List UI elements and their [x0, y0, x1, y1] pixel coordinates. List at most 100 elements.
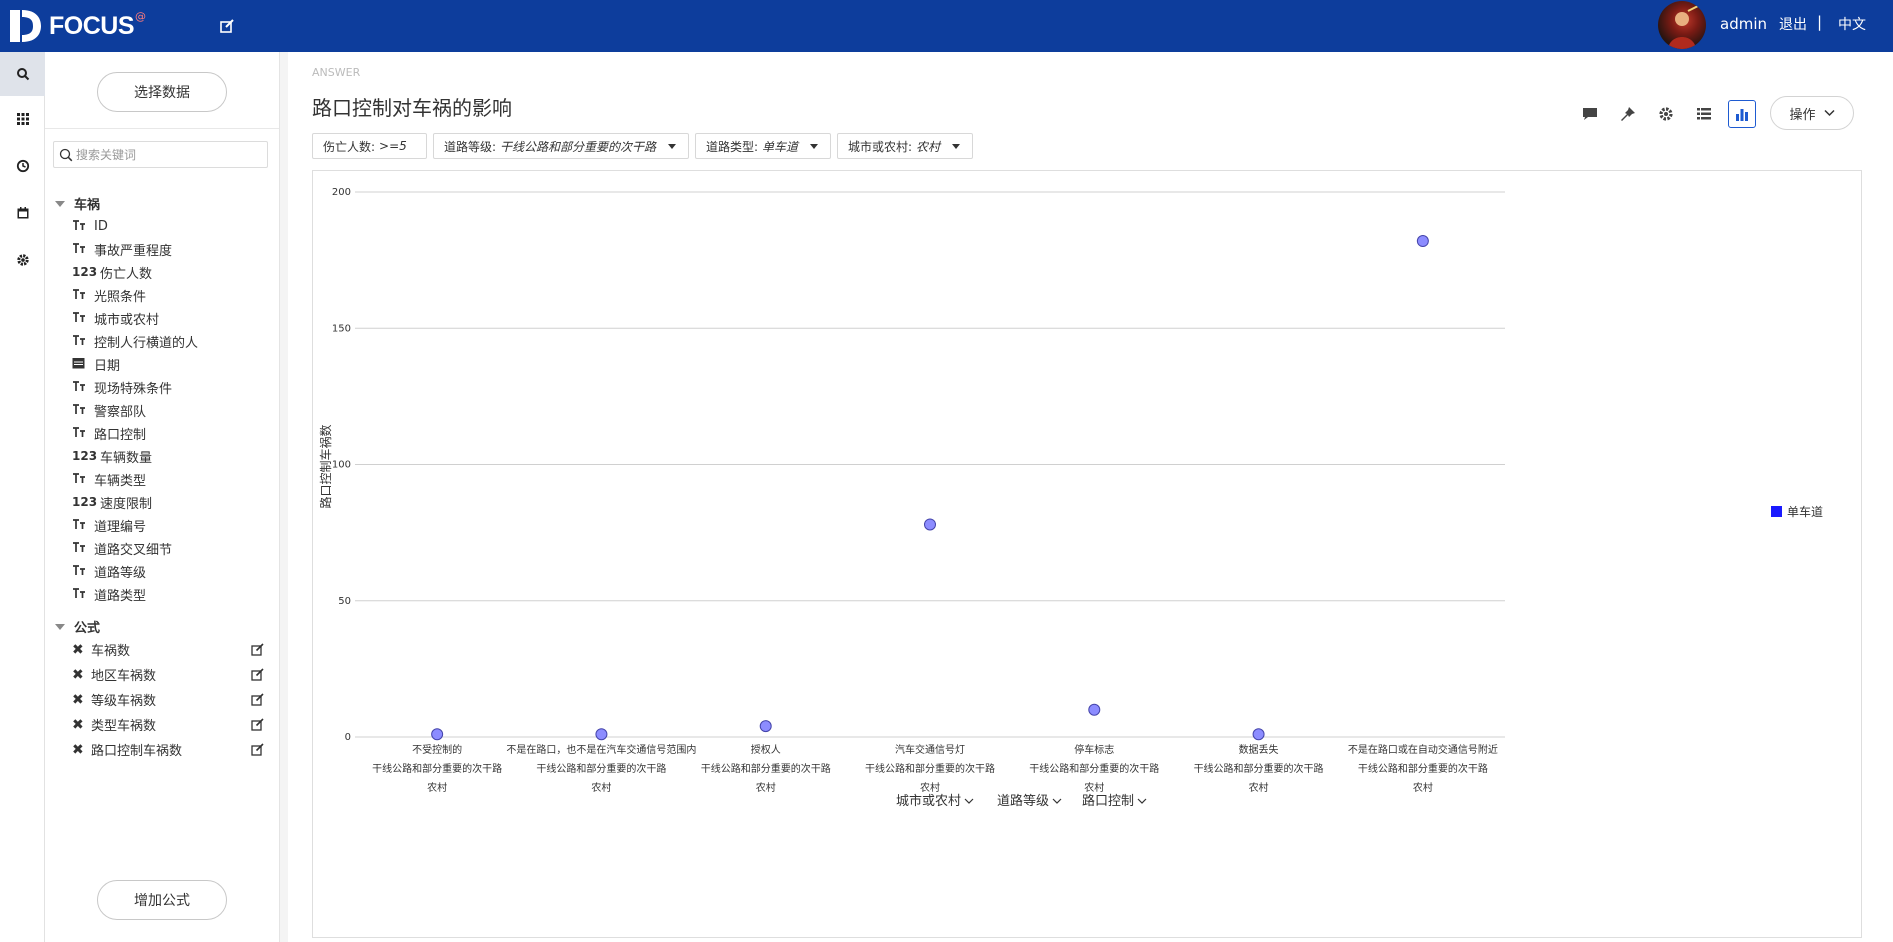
- data-point[interactable]: [1416, 235, 1429, 248]
- edit-formula-icon[interactable]: [251, 641, 264, 656]
- select-data-button[interactable]: 选择数据: [97, 72, 227, 112]
- x-dimension-selector[interactable]: 道路等级: [997, 793, 1049, 809]
- edit-formula-icon[interactable]: [251, 691, 264, 706]
- delete-formula-icon[interactable]: ✖: [72, 692, 84, 708]
- x-dimension-selector[interactable]: 城市或农村: [896, 793, 961, 809]
- field-item[interactable]: 123 伤亡人数: [72, 263, 152, 282]
- text-type-icon: [72, 288, 88, 303]
- text-type-icon: [72, 334, 88, 349]
- data-point[interactable]: [1088, 703, 1101, 716]
- language-switch[interactable]: 中文: [1838, 14, 1866, 34]
- chevron-down-icon[interactable]: [964, 798, 974, 804]
- add-formula-button[interactable]: 增加公式: [97, 880, 227, 920]
- data-point[interactable]: [595, 728, 608, 741]
- delete-formula-icon[interactable]: ✖: [72, 667, 84, 683]
- group-header-accidents[interactable]: 车祸: [55, 194, 100, 213]
- delete-formula-icon[interactable]: ✖: [72, 742, 84, 758]
- filter-chip-urban-rural[interactable]: 城市或农村: 农村: [837, 133, 973, 159]
- field-item[interactable]: 车辆类型: [72, 470, 146, 489]
- field-label: 城市或农村: [94, 312, 160, 328]
- operations-dropdown[interactable]: 操作: [1770, 96, 1854, 130]
- text-type-icon: [72, 426, 88, 441]
- field-label: 控制人行横道的人: [94, 335, 199, 351]
- data-point[interactable]: [1252, 728, 1265, 741]
- formula-item[interactable]: ✖ 类型车祸数: [72, 715, 156, 735]
- chart-view-icon[interactable]: [1728, 100, 1756, 128]
- gear-icon[interactable]: [1652, 100, 1680, 128]
- chart-legend[interactable]: 单车道: [1771, 503, 1823, 520]
- comment-icon[interactable]: [1576, 100, 1604, 128]
- filter-value: 农村: [916, 139, 941, 154]
- x-dimension-selector[interactable]: 路口控制: [1082, 793, 1134, 809]
- field-label: 道理编号: [94, 519, 147, 535]
- logo[interactable]: FOCUS @: [8, 8, 146, 44]
- group-header-formulas[interactable]: 公式: [55, 617, 100, 636]
- field-item[interactable]: 光照条件: [72, 286, 147, 305]
- table-view-icon[interactable]: [1690, 100, 1718, 128]
- field-item[interactable]: 城市或农村: [72, 309, 160, 328]
- field-item[interactable]: 日期: [72, 355, 120, 374]
- x-tick-label: 不是在路口或在自动交通信号附近: [1348, 743, 1498, 756]
- formula-item[interactable]: ✖ 等级车祸数: [72, 690, 156, 710]
- apps-icon[interactable]: [0, 97, 45, 141]
- field-item[interactable]: 警察部队: [72, 401, 146, 420]
- keyword-search[interactable]: [53, 141, 268, 168]
- settings-icon[interactable]: [0, 238, 45, 282]
- x-tick-label: 停车标志: [1074, 743, 1114, 756]
- collapse-triangle-icon: [55, 623, 65, 630]
- formula-item[interactable]: ✖ 地区车祸数: [72, 665, 156, 685]
- delete-formula-icon[interactable]: ✖: [72, 717, 84, 733]
- pin-icon[interactable]: [1614, 100, 1642, 128]
- delete-formula-icon[interactable]: ✖: [72, 642, 84, 658]
- field-item[interactable]: 控制人行横道的人: [72, 332, 199, 351]
- numeric-type-icon: 123: [72, 265, 98, 279]
- field-item[interactable]: 路口控制: [72, 424, 146, 443]
- edit-formula-icon[interactable]: [251, 666, 264, 681]
- field-item[interactable]: 现场特殊条件: [72, 378, 172, 397]
- field-item[interactable]: 123 车辆数量: [72, 447, 152, 466]
- data-point[interactable]: [431, 728, 444, 741]
- keyword-search-input[interactable]: [76, 142, 256, 167]
- answer-label: ANSWER: [312, 66, 361, 79]
- x-tick-label: 农村: [920, 781, 940, 794]
- y-axis-label[interactable]: 路口控制车祸数: [318, 424, 333, 508]
- edit-icon[interactable]: [218, 17, 236, 35]
- text-type-icon: [72, 564, 88, 579]
- chevron-down-icon[interactable]: [1052, 798, 1062, 804]
- caret-down-icon: [952, 143, 961, 149]
- numeric-type-icon: 123: [72, 495, 98, 509]
- field-item[interactable]: 事故严重程度: [72, 240, 172, 259]
- field-item[interactable]: ID: [72, 217, 108, 235]
- filter-value: >=5: [379, 139, 407, 153]
- field-label: 光照条件: [94, 289, 147, 305]
- filter-chip-road-type[interactable]: 道路类型: 单车道: [695, 133, 831, 159]
- username[interactable]: admin: [1720, 15, 1767, 33]
- field-item[interactable]: 道理编号: [72, 516, 147, 535]
- formula-item[interactable]: ✖ 车祸数: [72, 640, 130, 660]
- edit-formula-icon[interactable]: [251, 716, 264, 731]
- text-type-icon: [72, 311, 88, 326]
- y-tick-label: 150: [332, 323, 351, 334]
- field-label: 道路交叉细节: [94, 542, 173, 558]
- avatar[interactable]: [1658, 1, 1706, 49]
- history-icon[interactable]: [0, 144, 45, 188]
- caret-down-icon: [810, 143, 819, 149]
- data-point[interactable]: [759, 720, 772, 733]
- formula-item[interactable]: ✖ 路口控制车祸数: [72, 740, 182, 760]
- field-item[interactable]: 道路交叉细节: [72, 539, 173, 558]
- x-tick-label: 农村: [591, 781, 611, 794]
- page-title[interactable]: 路口控制对车祸的影响: [312, 92, 512, 121]
- chevron-down-icon[interactable]: [1137, 798, 1147, 804]
- filter-chip-road-grade[interactable]: 道路等级: 干线公路和部分重要的次干路: [433, 133, 689, 159]
- search-icon[interactable]: [0, 52, 45, 96]
- logout-link[interactable]: 退出: [1779, 14, 1807, 34]
- filter-chip-casualties[interactable]: 伤亡人数: >=5: [312, 133, 427, 159]
- field-item[interactable]: 道路类型: [72, 585, 146, 604]
- field-item[interactable]: 道路等级: [72, 562, 146, 581]
- data-point[interactable]: [924, 518, 936, 531]
- calendar-icon[interactable]: [0, 191, 45, 235]
- edit-formula-icon[interactable]: [251, 741, 264, 756]
- resize-gutter[interactable]: [280, 52, 288, 942]
- field-item[interactable]: 123 速度限制: [72, 493, 152, 512]
- text-type-icon: [72, 380, 88, 395]
